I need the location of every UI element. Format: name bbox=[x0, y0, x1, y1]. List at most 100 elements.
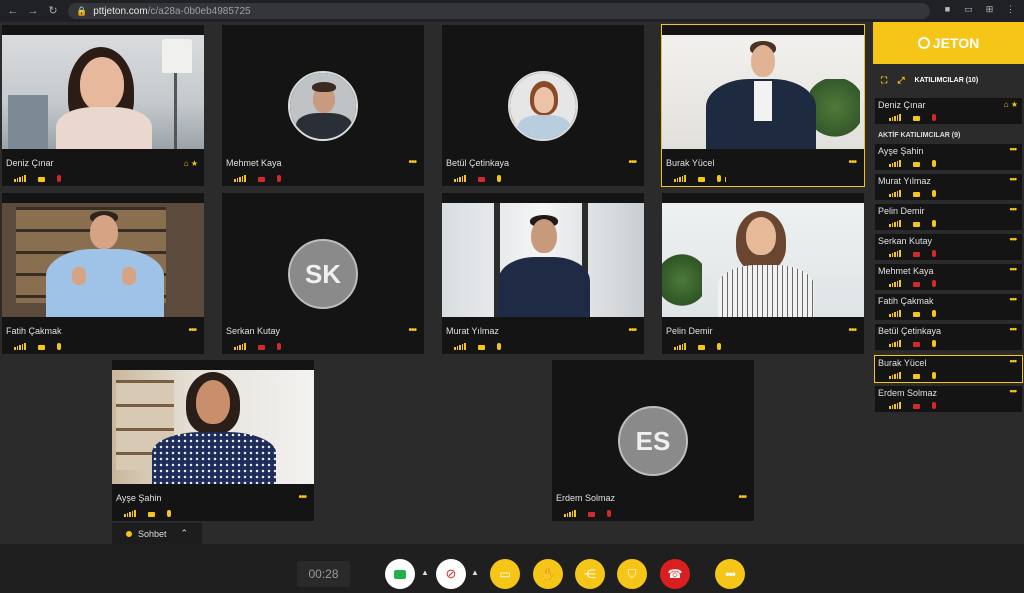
mic-toggle-button[interactable]: ⊘ bbox=[436, 559, 466, 589]
security-button[interactable]: ⛉ bbox=[617, 559, 647, 589]
chevron-up-icon: ⌃ bbox=[180, 528, 189, 538]
more-options-icon[interactable]: ••• bbox=[1010, 356, 1018, 366]
signal-icon bbox=[454, 343, 466, 350]
cast-icon[interactable]: ▭ bbox=[963, 4, 974, 15]
shield-icon: ⛉ bbox=[627, 566, 637, 581]
sidebar-participant-speaking[interactable]: Burak Yücel ••• bbox=[874, 355, 1023, 383]
participant-tile[interactable]: Betül Çetinkaya ••• bbox=[442, 25, 644, 186]
sidebar-participant[interactable]: Fatih Çakmak ••• bbox=[875, 294, 1022, 320]
signal-icon bbox=[889, 372, 901, 379]
participants-sidebar: JETON ⛶ ⤢ KATILIMCILAR (10) Deniz Çınar … bbox=[873, 22, 1024, 544]
camera-off-icon bbox=[587, 512, 595, 517]
forward-icon[interactable]: → bbox=[26, 4, 40, 18]
participant-video bbox=[442, 203, 644, 317]
participant-tile[interactable]: Pelin Demir ••• bbox=[662, 193, 864, 354]
signal-icon bbox=[889, 220, 901, 227]
mic-icon bbox=[496, 343, 501, 350]
more-icon: ••• bbox=[725, 567, 736, 581]
fullscreen-icon[interactable]: ⛶ bbox=[881, 75, 887, 86]
participant-name: Ayşe Şahin bbox=[116, 493, 162, 503]
extension-icon[interactable]: ⊞ bbox=[984, 4, 995, 15]
more-options-icon[interactable]: ••• bbox=[408, 157, 416, 168]
participant-tile[interactable]: Ayşe Şahin ••• bbox=[112, 360, 314, 521]
share-button[interactable]: ⋲ bbox=[575, 559, 605, 589]
mic-off-icon: ⊘ bbox=[445, 566, 457, 581]
address-bar[interactable]: 🔒 pttjeton.com/c/a28a-0b0eb4985725 bbox=[68, 3, 930, 19]
more-options-icon[interactable]: ••• bbox=[1010, 144, 1018, 154]
mic-off-icon bbox=[931, 114, 936, 121]
participant-name: Pelin Demir bbox=[878, 206, 925, 216]
more-options-icon[interactable]: ••• bbox=[1010, 174, 1018, 184]
sidebar-participant[interactable]: Ayşe Şahin ••• bbox=[875, 144, 1022, 170]
more-options-button[interactable]: ••• bbox=[715, 559, 745, 589]
mic-off-icon bbox=[56, 175, 61, 182]
back-icon[interactable]: ← bbox=[6, 4, 20, 18]
participant-tile-active[interactable]: Burak Yücel ••• bbox=[661, 24, 865, 187]
camera-icon bbox=[394, 569, 406, 579]
more-options-icon[interactable]: ••• bbox=[408, 325, 416, 336]
participant-name: Murat Yılmaz bbox=[446, 326, 499, 336]
participant-name: Betül Çetinkaya bbox=[878, 326, 942, 336]
camera-options-caret-icon[interactable]: ▲ bbox=[421, 568, 429, 577]
participant-name: Serkan Kutay bbox=[226, 326, 281, 336]
participant-video bbox=[662, 203, 864, 317]
camera-off-icon bbox=[912, 404, 920, 409]
camera-icon bbox=[912, 222, 920, 227]
menu-icon[interactable]: ⋮ bbox=[1005, 4, 1016, 15]
sidebar-participant[interactable]: Betül Çetinkaya ••• bbox=[875, 324, 1022, 350]
sidebar-participant[interactable]: Murat Yılmaz ••• bbox=[875, 174, 1022, 200]
reload-icon[interactable]: ↻ bbox=[46, 4, 60, 18]
sidebar-participant[interactable]: Mehmet Kaya ••• bbox=[875, 264, 1022, 290]
camera-off-icon bbox=[257, 177, 265, 182]
more-options-icon[interactable]: ••• bbox=[628, 157, 636, 168]
sidebar-participant[interactable]: Erdem Solmaz ••• bbox=[875, 386, 1022, 412]
participant-tile[interactable]: SK Serkan Kutay ••• bbox=[222, 193, 424, 354]
camera-off-icon bbox=[477, 177, 485, 182]
sidebar-participant[interactable]: Serkan Kutay ••• bbox=[875, 234, 1022, 260]
participant-name: Murat Yılmaz bbox=[878, 176, 931, 186]
participant-name: Pelin Demir bbox=[666, 326, 713, 336]
chat-toggle[interactable]: Sohbet ⌃ bbox=[112, 523, 202, 544]
participant-name: Erdem Solmaz bbox=[878, 388, 938, 398]
host-badge-icons: ⌂ ★ bbox=[183, 159, 198, 168]
participant-tile[interactable]: Deniz Çınar ⌂ ★ bbox=[2, 25, 204, 186]
mic-options-caret-icon[interactable]: ▲ bbox=[471, 568, 479, 577]
more-options-icon[interactable]: ••• bbox=[628, 325, 636, 336]
signal-icon bbox=[14, 175, 26, 182]
more-options-icon[interactable]: ••• bbox=[738, 492, 746, 503]
participant-tile[interactable]: Murat Yılmaz ••• bbox=[442, 193, 644, 354]
participant-tile[interactable]: Fatih Çakmak ••• bbox=[2, 193, 204, 354]
more-options-icon[interactable]: ••• bbox=[848, 325, 856, 336]
signal-icon bbox=[889, 310, 901, 317]
more-options-icon[interactable]: ••• bbox=[188, 325, 196, 336]
mic-icon bbox=[716, 343, 721, 350]
avatar bbox=[288, 71, 358, 141]
participant-name: Mehmet Kaya bbox=[878, 266, 934, 276]
participant-name: Fatih Çakmak bbox=[878, 296, 934, 306]
camera-icon bbox=[697, 345, 705, 350]
more-options-icon[interactable]: ••• bbox=[298, 492, 306, 503]
more-options-icon[interactable]: ••• bbox=[1010, 324, 1018, 334]
hang-up-button[interactable]: ☎ bbox=[660, 559, 690, 589]
participant-name: Ayşe Şahin bbox=[878, 146, 924, 156]
more-options-icon[interactable]: ••• bbox=[1010, 204, 1018, 214]
expand-icon[interactable]: ⤢ bbox=[897, 75, 904, 86]
more-options-icon[interactable]: ••• bbox=[1010, 294, 1018, 304]
camera-toggle-button[interactable] bbox=[385, 559, 415, 589]
camera-icon bbox=[912, 162, 920, 167]
more-options-icon[interactable]: ••• bbox=[1010, 264, 1018, 274]
participant-tile[interactable]: Mehmet Kaya ••• bbox=[222, 25, 424, 186]
screen-share-button[interactable]: ▭ bbox=[490, 559, 520, 589]
camera-indicator-icon[interactable]: ■ bbox=[942, 4, 953, 15]
more-options-icon[interactable]: ••• bbox=[848, 157, 856, 168]
browser-toolbar: ← → ↻ 🔒 pttjeton.com/c/a28a-0b0eb4985725… bbox=[0, 0, 1024, 22]
camera-off-icon bbox=[912, 342, 920, 347]
sidebar-participant[interactable]: Pelin Demir ••• bbox=[875, 204, 1022, 230]
participant-tile[interactable]: ES Erdem Solmaz ••• bbox=[552, 360, 754, 521]
more-options-icon[interactable]: ••• bbox=[1010, 386, 1018, 396]
camera-off-icon bbox=[912, 252, 920, 257]
sidebar-participant-host[interactable]: Deniz Çınar ⌂ ★ bbox=[875, 98, 1022, 124]
more-options-icon[interactable]: ••• bbox=[1010, 234, 1018, 244]
raise-hand-button[interactable]: ✋ bbox=[533, 559, 563, 589]
mic-icon bbox=[931, 340, 936, 347]
